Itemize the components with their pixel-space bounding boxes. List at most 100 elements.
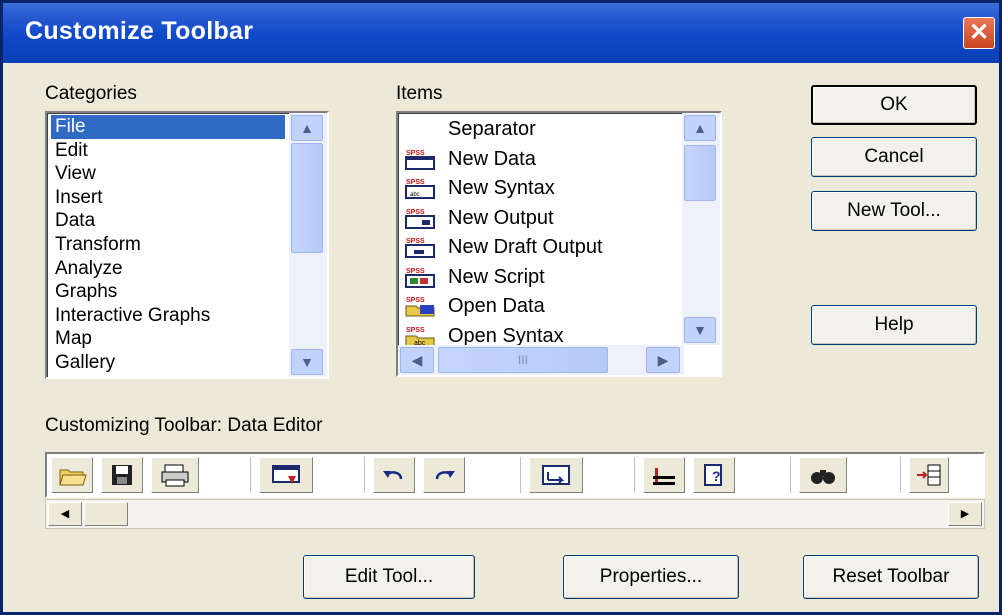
chevron-down-icon: ▼ [300, 354, 314, 370]
cancel-button[interactable]: Cancel [811, 137, 977, 177]
hscroll-thumb[interactable]: III [438, 347, 608, 373]
toolbar-tool-variables[interactable]: ? [693, 457, 735, 493]
toolbar-tool-insert-variable[interactable] [643, 457, 685, 493]
category-item[interactable]: Transform [51, 233, 285, 257]
chevron-left-icon: ◀ [411, 352, 423, 368]
toolbar-tool-goto-case[interactable] [529, 457, 583, 493]
title-bar[interactable]: Customize Toolbar ✕ [3, 3, 999, 63]
item-label: Separator [448, 118, 536, 140]
new-tool-button[interactable]: New Tool... [811, 191, 977, 231]
window-title: Customize Toolbar [25, 17, 254, 45]
new-syntax-icon: SPSS abc [404, 176, 438, 200]
edit-tool-button[interactable]: Edit Tool... [303, 555, 475, 599]
item-row[interactable]: SPSS New Script [404, 263, 694, 292]
toolbar-tool-save[interactable] [101, 457, 143, 493]
category-item[interactable]: Insert [51, 186, 285, 210]
reset-toolbar-button[interactable]: Reset Toolbar [803, 555, 979, 599]
category-item[interactable]: Map [51, 327, 285, 351]
scroll-left-button[interactable]: ◀ [48, 502, 82, 526]
close-icon: ✕ [968, 19, 990, 46]
chevron-up-icon: ▲ [693, 120, 707, 136]
svg-text:abc: abc [410, 192, 420, 198]
scroll-left-button[interactable]: ◀ [400, 347, 434, 373]
item-label: New Syntax [448, 177, 555, 199]
open-data-icon: SPSS [404, 294, 438, 318]
customizing-toolbar[interactable]: ? [45, 452, 985, 498]
properties-button[interactable]: Properties... [563, 555, 739, 599]
item-label: New Data [448, 147, 536, 170]
items-vscrollbar[interactable]: ▲ ▼ [682, 113, 720, 345]
category-item[interactable]: Data [51, 209, 285, 233]
close-button[interactable]: ✕ [963, 17, 995, 49]
toolbar-tool-dialog-recall[interactable] [259, 457, 313, 493]
open-syntax-icon: SPSS abc [404, 324, 438, 348]
category-item[interactable]: Interactive Graphs [51, 304, 285, 328]
scroll-down-button[interactable]: ▼ [684, 317, 716, 343]
category-item[interactable]: View [51, 162, 285, 186]
hscroll-thumb[interactable] [84, 502, 128, 526]
item-label: New Draft Output [448, 236, 603, 258]
items-listbox[interactable]: Separator SPSS New Data SPSS abc New Syntax SP… [396, 111, 722, 377]
items-hscrollbar[interactable]: ◀ III ▶ [398, 345, 684, 375]
toolbar-tool-print[interactable] [151, 457, 199, 493]
chevron-down-icon: ▼ [693, 322, 707, 338]
chevron-right-icon: ▶ [960, 508, 970, 520]
scroll-thumb[interactable] [291, 143, 323, 253]
toolbar-tool-redo[interactable] [423, 457, 465, 493]
category-item[interactable]: File [51, 115, 285, 139]
scroll-right-button[interactable]: ▶ [646, 347, 680, 373]
category-item[interactable]: Graphs [51, 280, 285, 304]
toolbar-spacer[interactable] [743, 457, 791, 493]
new-data-icon: SPSS [404, 147, 438, 171]
toolbar-spacer[interactable] [591, 457, 635, 493]
chevron-right-icon: ▶ [657, 352, 669, 368]
toolbar-spacer[interactable] [207, 457, 251, 493]
item-row[interactable]: SPSS abc New Syntax [404, 174, 694, 203]
toolbar-tool-open-file[interactable] [51, 457, 93, 493]
toolbar-tool-undo[interactable] [373, 457, 415, 493]
ok-button[interactable]: OK [811, 85, 977, 125]
chevron-up-icon: ▲ [300, 120, 314, 136]
item-label: New Output [448, 206, 554, 229]
items-label: Items [396, 83, 443, 104]
customize-toolbar-dialog: Customize Toolbar ✕ Categories File Edit V… [0, 0, 1002, 615]
chevron-left-icon: ◀ [60, 508, 70, 520]
category-item[interactable]: Gallery [51, 351, 285, 375]
svg-text:SPSS: SPSS [406, 179, 425, 186]
toolbar-hscrollbar[interactable]: ◀ ▶ [45, 499, 985, 529]
toolbar-tool-insert-case[interactable] [909, 457, 949, 493]
item-row[interactable]: SPSS Open Data [404, 292, 694, 321]
svg-text:SPSS: SPSS [406, 209, 425, 216]
scroll-right-button[interactable]: ▶ [948, 502, 982, 526]
categories-listbox[interactable]: File Edit View Insert Data Transform Analyze Gr… [45, 111, 329, 379]
categories-scrollbar[interactable]: ▲ ▼ [289, 113, 327, 377]
item-row[interactable]: SPSS New Data [404, 145, 694, 174]
item-row[interactable]: SPSS New Draft Output [404, 233, 694, 262]
svg-text:SPSS: SPSS [406, 297, 425, 304]
new-draft-output-icon: SPSS [404, 235, 438, 259]
svg-text:SPSS: SPSS [406, 268, 425, 275]
scroll-thumb[interactable] [684, 145, 716, 201]
svg-text:SPSS: SPSS [406, 238, 425, 245]
toolbar-spacer[interactable] [855, 457, 901, 493]
new-script-icon: SPSS [404, 265, 438, 289]
svg-text:?: ? [712, 468, 721, 484]
item-row[interactable]: SPSS New Output [404, 204, 694, 233]
customizing-toolbar-label: Customizing Toolbar: Data Editor [45, 415, 323, 436]
item-row[interactable]: Separator [404, 115, 694, 144]
svg-text:SPSS: SPSS [406, 327, 425, 334]
toolbar-spacer[interactable] [321, 457, 365, 493]
toolbar-tool-find[interactable] [799, 457, 847, 493]
category-item[interactable]: Edit [51, 139, 285, 163]
item-label: New Script [448, 265, 545, 288]
new-output-icon: SPSS [404, 206, 438, 230]
categories-label: Categories [45, 83, 137, 104]
scroll-down-button[interactable]: ▼ [291, 349, 323, 375]
category-item[interactable]: Analyze [51, 257, 285, 281]
toolbar-spacer[interactable] [473, 457, 521, 493]
help-button[interactable]: Help [811, 305, 977, 345]
svg-text:SPSS: SPSS [406, 150, 425, 157]
scroll-up-button[interactable]: ▲ [291, 115, 323, 141]
item-label: Open Data [448, 295, 545, 317]
scroll-up-button[interactable]: ▲ [684, 115, 716, 141]
